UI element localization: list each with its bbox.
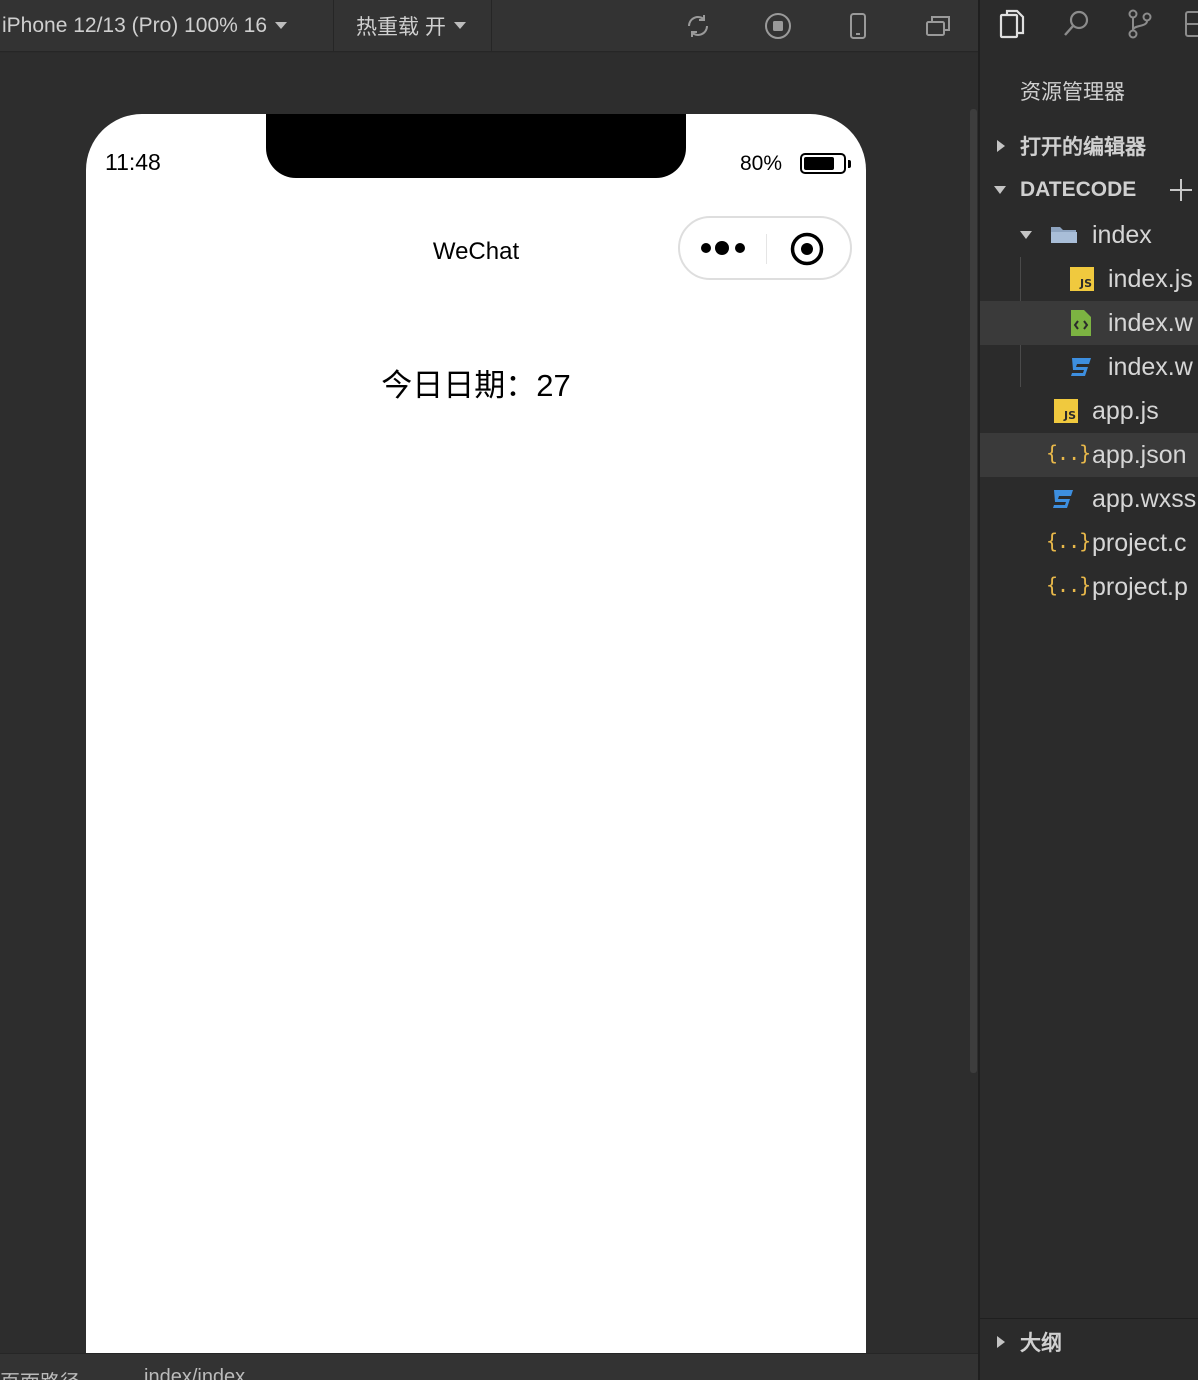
open-editors-label: 打开的编辑器 — [1020, 136, 1146, 159]
tree-item-label: project.p — [1092, 572, 1188, 601]
capsule-divider — [766, 234, 767, 264]
chevron-down-icon — [453, 22, 466, 29]
folder-open-icon — [1051, 227, 1077, 243]
outline-label: 大纲 — [1020, 1332, 1062, 1355]
css-file-icon — [1053, 490, 1073, 508]
tree-item-app-wxss[interactable]: app.wxss — [980, 477, 1198, 521]
tree-item-index-js[interactable]: JS index.js — [980, 257, 1198, 301]
json-file-icon: {..} — [1046, 573, 1091, 597]
chevron-down-icon — [994, 186, 1006, 194]
extensions-icon[interactable] — [1182, 6, 1198, 42]
more-icon[interactable] — [700, 240, 748, 256]
outline-section[interactable]: 大纲 — [980, 1320, 1198, 1364]
compile-icon[interactable] — [682, 10, 714, 42]
activity-bar — [980, 0, 1198, 52]
outline-divider — [980, 1318, 1198, 1319]
tree-item-index-folder[interactable]: index — [980, 213, 1198, 257]
bottom-status-bar: 页面路径 index/index — [0, 1353, 978, 1380]
battery-fill — [804, 157, 834, 170]
date-text: 今日日期：27 — [381, 368, 571, 403]
js-file-icon: JS — [1054, 399, 1078, 423]
device-select[interactable]: iPhone 12/13 (Pro) 100% 16 — [0, 0, 334, 52]
tree-item-label: project.c — [1092, 528, 1187, 557]
tree-item-label: app.json — [1092, 440, 1187, 469]
explorer-title: 资源管理器 — [1020, 81, 1125, 104]
battery-percentage: 80% — [740, 152, 783, 175]
tree-item-label: index.w — [1108, 308, 1193, 337]
tree-item-app-json[interactable]: {..} app.json — [980, 433, 1198, 477]
phone-screen[interactable]: 11:48 80% WeChat 今日日期：27 — [86, 114, 866, 1354]
open-editors-section[interactable]: 打开的编辑器 — [980, 124, 1198, 168]
stop-icon[interactable] — [762, 10, 794, 42]
close-miniprogram-icon[interactable] — [790, 232, 824, 266]
json-file-icon: {..} — [1046, 529, 1091, 553]
page-path-label: 页面路径 — [0, 1366, 80, 1380]
source-control-icon[interactable] — [1122, 6, 1158, 42]
tree-item-project-private[interactable]: {..} project.p — [980, 565, 1198, 609]
tree-item-app-js[interactable]: JS app.js — [980, 389, 1198, 433]
wxml-file-icon — [1071, 310, 1091, 336]
window-icon[interactable] — [922, 10, 954, 42]
chevron-down-icon — [275, 22, 288, 29]
chevron-down-icon — [1020, 231, 1032, 239]
tree-item-index-wxml[interactable]: index.w — [980, 301, 1198, 345]
explorer-panel: 资源管理器 打开的编辑器 DATECODE index JS index.js … — [980, 0, 1198, 1380]
tree-item-label: app.js — [1092, 396, 1159, 425]
menu-capsule[interactable] — [678, 216, 852, 280]
project-name: DATECODE — [1020, 178, 1137, 201]
tree-item-project-config[interactable]: {..} project.c — [980, 521, 1198, 565]
phone-notch — [266, 114, 686, 178]
explorer-icon[interactable] — [994, 6, 1030, 42]
status-time: 11:48 — [105, 149, 161, 175]
battery-cap — [848, 160, 851, 168]
project-section[interactable]: DATECODE — [980, 168, 1198, 212]
tree-item-label: index.w — [1108, 352, 1193, 381]
css-file-icon — [1071, 358, 1091, 376]
hot-reload-label: 热重载 开 — [356, 15, 446, 39]
tree-item-label: index.js — [1108, 264, 1193, 293]
device-select-label: iPhone 12/13 (Pro) 100% 16 — [2, 13, 268, 37]
tree-item-label: index — [1092, 220, 1152, 249]
simulator-scrollbar[interactable] — [970, 109, 977, 1073]
simulator-toolbar: iPhone 12/13 (Pro) 100% 16 热重载 开 — [0, 0, 978, 52]
chevron-right-icon — [997, 1336, 1005, 1348]
new-file-icon[interactable] — [1168, 177, 1194, 203]
hot-reload-select[interactable]: 热重载 开 — [334, 0, 492, 52]
json-file-icon: {..} — [1046, 441, 1091, 465]
battery-icon — [800, 153, 846, 174]
page-path-value[interactable]: index/index — [144, 1366, 245, 1380]
chevron-right-icon — [997, 140, 1005, 152]
search-icon[interactable] — [1058, 6, 1094, 42]
device-icon[interactable] — [842, 10, 874, 42]
tree-item-label: app.wxss — [1092, 484, 1197, 513]
js-file-icon: JS — [1070, 267, 1094, 291]
tree-item-index-wxss[interactable]: index.w — [980, 345, 1198, 389]
